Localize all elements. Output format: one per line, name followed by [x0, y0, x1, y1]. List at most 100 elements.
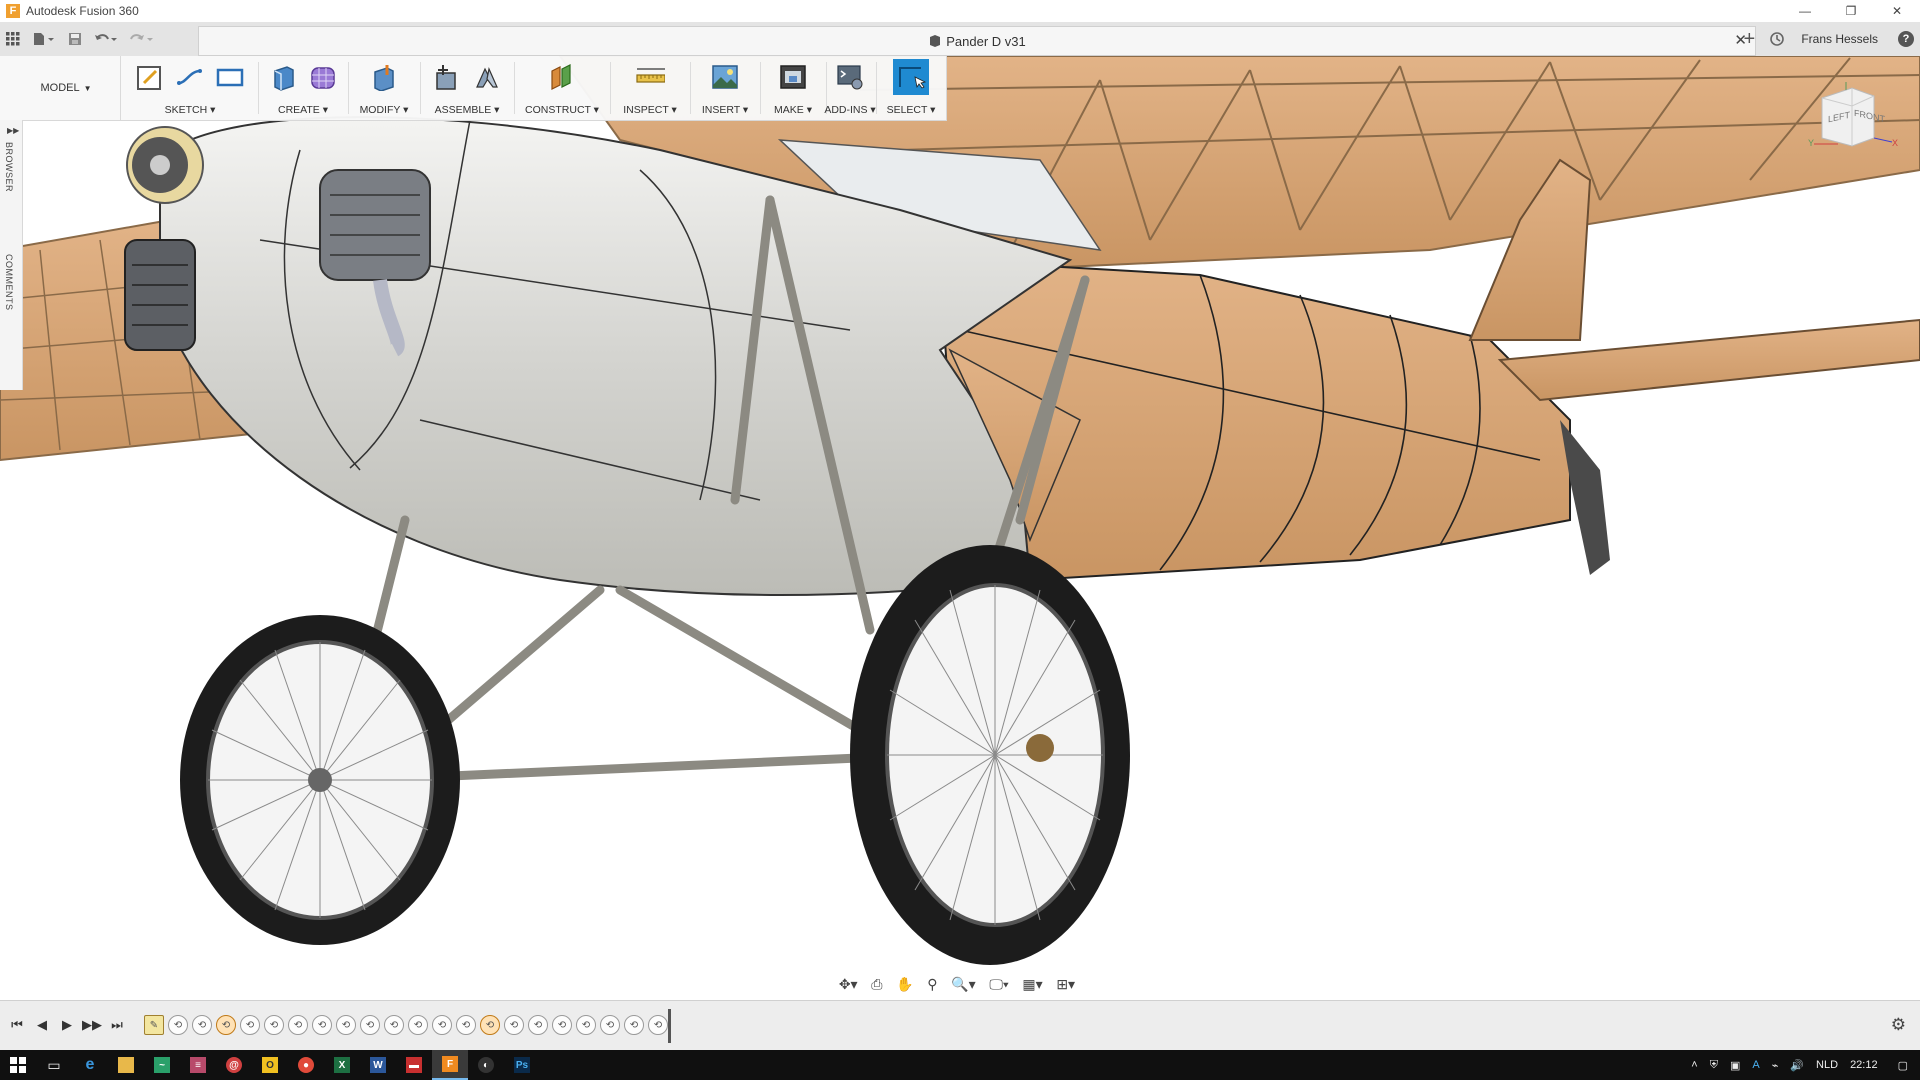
- toolbar-group-create[interactable]: CREATE ▾: [262, 56, 344, 120]
- orbit-icon[interactable]: ✥▾: [839, 976, 858, 993]
- redo-icon[interactable]: [124, 22, 160, 56]
- toolbar-group-construct[interactable]: CONSTRUCT ▾: [518, 56, 606, 120]
- word-icon[interactable]: W: [360, 1050, 396, 1080]
- user-name[interactable]: Frans Hessels: [1801, 32, 1878, 46]
- 3d-print-icon[interactable]: [778, 62, 808, 92]
- timeline-feature-icon[interactable]: ⟲: [288, 1015, 308, 1035]
- notifications-icon[interactable]: ▢: [1898, 1059, 1908, 1072]
- measure-icon[interactable]: [635, 62, 665, 92]
- fusion360-taskbar-icon[interactable]: F: [432, 1050, 468, 1080]
- grid-settings-icon[interactable]: ▦▾: [1022, 976, 1042, 993]
- new-component-icon[interactable]: [432, 62, 462, 92]
- tray-volume-icon[interactable]: 🔊: [1790, 1059, 1804, 1072]
- insert-image-icon[interactable]: [710, 62, 740, 92]
- timeline-feature-icon[interactable]: ⟲: [648, 1015, 668, 1035]
- minimize-button[interactable]: —: [1782, 0, 1828, 22]
- tray-clock[interactable]: 22:12: [1850, 1059, 1878, 1071]
- document-tab[interactable]: Pander D v31 ✕: [198, 26, 1756, 56]
- timeline-feature-icon[interactable]: ⟲: [504, 1015, 524, 1035]
- chrome-icon[interactable]: ●: [288, 1050, 324, 1080]
- timeline-feature-icon[interactable]: ⟲: [624, 1015, 644, 1035]
- rectangle-icon[interactable]: [215, 62, 245, 92]
- timeline-play-button[interactable]: ▶: [56, 1014, 78, 1036]
- help-icon[interactable]: ?: [1892, 22, 1920, 56]
- create-sketch-icon[interactable]: [135, 62, 165, 92]
- timeline-marker[interactable]: [668, 1009, 671, 1043]
- data-panel-grid-icon[interactable]: [0, 22, 26, 56]
- tray-network-icon[interactable]: ⌁: [1772, 1059, 1779, 1072]
- timeline-next-button[interactable]: ▶▶: [81, 1014, 103, 1036]
- timeline-first-button[interactable]: ⏮: [6, 1014, 28, 1036]
- line-icon[interactable]: [175, 62, 205, 92]
- workspace-selector[interactable]: MODEL ▼: [12, 56, 121, 120]
- extrude-icon[interactable]: [268, 62, 298, 92]
- pan-hand-icon[interactable]: ✋: [896, 976, 913, 993]
- job-status-icon[interactable]: [1763, 22, 1791, 56]
- timeline-feature-icon[interactable]: ⟲: [480, 1015, 500, 1035]
- task-view-icon[interactable]: ▭: [36, 1050, 72, 1080]
- comments-tab[interactable]: COMMENTS: [4, 254, 14, 311]
- canvas-viewport[interactable]: [0, 56, 1920, 996]
- app-mail-icon[interactable]: @: [216, 1050, 252, 1080]
- toolbar-group-insert[interactable]: INSERT ▾: [694, 56, 756, 120]
- tray-expand-icon[interactable]: ˄: [1691, 1059, 1697, 1071]
- windows-start-icon[interactable]: [0, 1050, 36, 1080]
- select-tool-icon[interactable]: [893, 59, 929, 95]
- photoshop-icon[interactable]: Ps: [504, 1050, 540, 1080]
- tray-language[interactable]: NLD: [1816, 1059, 1838, 1071]
- app-red-square-icon[interactable]: ▬: [396, 1050, 432, 1080]
- timeline-feature-icon[interactable]: ⟲: [384, 1015, 404, 1035]
- timeline-feature-icon[interactable]: ✎: [144, 1015, 164, 1035]
- new-tab-icon[interactable]: +: [1735, 22, 1763, 56]
- timeline-feature-icon[interactable]: ⟲: [192, 1015, 212, 1035]
- app-green-icon[interactable]: ~: [144, 1050, 180, 1080]
- timeline-feature-icon[interactable]: ⟲: [600, 1015, 620, 1035]
- excel-icon[interactable]: X: [324, 1050, 360, 1080]
- timeline-feature-icon[interactable]: ⟲: [432, 1015, 452, 1035]
- timeline-last-button[interactable]: ⏭: [106, 1014, 128, 1036]
- timeline-feature-icon[interactable]: ⟲: [360, 1015, 380, 1035]
- press-pull-icon[interactable]: [369, 62, 399, 92]
- close-window-button[interactable]: ✕: [1874, 0, 1920, 22]
- joint-icon[interactable]: [472, 62, 502, 92]
- timeline-feature-icon[interactable]: ⟲: [552, 1015, 572, 1035]
- toolbar-group-inspect[interactable]: INSPECT ▾: [614, 56, 686, 120]
- panel-expand-icon[interactable]: ▶▶: [7, 126, 19, 135]
- timeline-feature-icon[interactable]: ⟲: [264, 1015, 284, 1035]
- toolbar-group-select[interactable]: SELECT ▾: [880, 56, 942, 120]
- toolbar-group-sketch[interactable]: SKETCH ▾: [126, 56, 254, 120]
- look-at-icon[interactable]: ⎙: [871, 976, 882, 993]
- tray-a-icon[interactable]: A: [1752, 1059, 1759, 1071]
- timeline-feature-icon[interactable]: ⟲: [408, 1015, 428, 1035]
- viewports-icon[interactable]: ⊞▾: [1056, 976, 1075, 993]
- tray-app-icon[interactable]: ▣: [1730, 1059, 1740, 1072]
- zoom-window-icon[interactable]: 🔍▾: [951, 976, 975, 993]
- edge-browser-icon[interactable]: e: [72, 1050, 108, 1080]
- browser-tab[interactable]: BROWSER: [4, 142, 14, 192]
- timeline-prev-button[interactable]: ◀: [31, 1014, 53, 1036]
- toolbar-group-modify[interactable]: MODIFY ▾: [352, 56, 416, 120]
- display-settings-icon[interactable]: 🖵▾: [989, 976, 1008, 993]
- form-icon[interactable]: [308, 62, 338, 92]
- file-menu-icon[interactable]: [26, 22, 62, 56]
- app-yellow-icon[interactable]: O: [252, 1050, 288, 1080]
- zoom-icon[interactable]: ⚲: [927, 976, 937, 993]
- timeline-feature-icon[interactable]: ⟲: [312, 1015, 332, 1035]
- toolbar-group-assemble[interactable]: ASSEMBLE ▾: [424, 56, 510, 120]
- tray-security-icon[interactable]: ⛨: [1710, 1059, 1718, 1072]
- restore-button[interactable]: ❐: [1828, 0, 1874, 22]
- scripts-addins-icon[interactable]: [835, 62, 865, 92]
- app-red-icon[interactable]: ≡: [180, 1050, 216, 1080]
- app-dark-icon[interactable]: ◐: [468, 1050, 504, 1080]
- timeline-feature-icon[interactable]: ⟲: [528, 1015, 548, 1035]
- save-icon[interactable]: [62, 22, 88, 56]
- timeline-feature-icon[interactable]: ⟲: [240, 1015, 260, 1035]
- file-explorer-icon[interactable]: [108, 1050, 144, 1080]
- offset-plane-icon[interactable]: [547, 62, 577, 92]
- timeline-feature-icon[interactable]: ⟲: [336, 1015, 356, 1035]
- undo-icon[interactable]: [88, 22, 124, 56]
- view-cube[interactable]: LEFT FRONT Y X: [1800, 80, 1900, 160]
- timeline-feature-icon[interactable]: ⟲: [168, 1015, 188, 1035]
- timeline-feature-icon[interactable]: ⟲: [456, 1015, 476, 1035]
- timeline-settings-gear-icon[interactable]: ⚙: [1891, 1015, 1906, 1035]
